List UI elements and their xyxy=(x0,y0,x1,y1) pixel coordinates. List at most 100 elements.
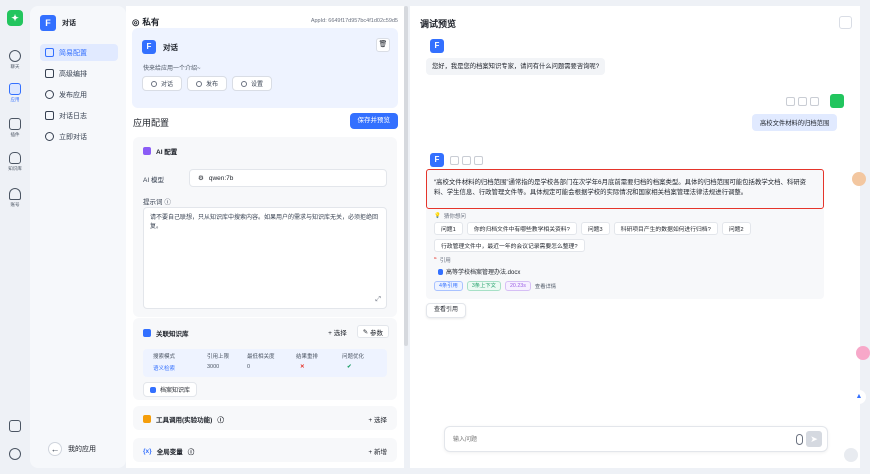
variable-icon: {x} xyxy=(143,447,152,455)
dataset-icon xyxy=(150,386,156,393)
chat-icon xyxy=(9,50,21,62)
help-icon: ⓘ xyxy=(187,449,195,456)
mic-icon[interactable] xyxy=(796,434,803,445)
guess-chip[interactable]: 科研项目产生的数据如何进行归档? xyxy=(613,222,718,235)
app-nav: F 对话 简易配置 高级编排 发布应用 对话日志 立即对话 ← 我的应用 xyxy=(30,6,126,468)
nav-item-label: 高级编排 xyxy=(59,70,87,78)
guess-chip[interactable]: 问题3 xyxy=(580,222,610,235)
table-header: 搜索模式 引用上限 最低相关度 结果重排 问题优化 xyxy=(153,354,365,360)
expand-icon[interactable]: ⤢ xyxy=(375,295,381,304)
user-avatar xyxy=(830,94,844,108)
scrollbar[interactable] xyxy=(404,6,408,346)
retry-icon[interactable] xyxy=(798,97,807,106)
chart-icon xyxy=(45,48,54,57)
app-info-card: F 对话 🗑 快来给应用一个介绍~ 对话 发布 设置 xyxy=(132,28,398,108)
translate-widget[interactable] xyxy=(856,346,870,360)
arrow-left-icon: ← xyxy=(48,442,62,456)
clear-chat-icon[interactable] xyxy=(839,16,852,29)
guess-chip[interactable]: 行政管理文件中，最近一年的会议记录需要怎么整理? xyxy=(434,239,585,252)
gear-icon xyxy=(241,80,248,87)
openai-icon: ⚙ xyxy=(198,175,204,182)
nav-item-label: 对话日志 xyxy=(59,112,87,120)
nav-item-label: 简易配置 xyxy=(59,49,87,57)
publish-button[interactable]: 发布 xyxy=(187,76,228,91)
nav-item-simple-config[interactable]: 简易配置 xyxy=(40,44,118,61)
section-title: 应用配置 xyxy=(133,118,170,128)
log-icon xyxy=(45,111,54,120)
toolbox-icon xyxy=(143,415,151,423)
rail-item-apps[interactable]: 应用 xyxy=(0,83,30,103)
detail-link[interactable]: 查看详情 xyxy=(535,282,556,290)
rail-item-chat[interactable]: 聊天 xyxy=(0,50,30,70)
answer-tags: 4条引用 3条上下文 20.23s 查看详情 xyxy=(434,281,556,291)
app-name: 对话 xyxy=(62,20,76,27)
help-icon: ⓘ xyxy=(217,417,224,424)
model-select[interactable]: ⚙ qwen:7b xyxy=(189,169,387,187)
settings-button[interactable]: 设置 xyxy=(232,76,273,91)
nav-item-logs[interactable]: 对话日志 xyxy=(40,107,118,124)
vars-add-button[interactable]: + 新增 xyxy=(368,446,387,456)
doc-icon xyxy=(438,268,443,275)
nav-item-advanced[interactable]: 高级编排 xyxy=(40,65,118,82)
edit-icon[interactable] xyxy=(474,156,483,165)
speaker-icon[interactable] xyxy=(462,156,471,165)
app-avatar[interactable]: F xyxy=(142,40,156,54)
guess-chip[interactable]: 问题2 xyxy=(721,222,751,235)
copy-icon[interactable] xyxy=(450,156,459,165)
chat-button[interactable]: 对话 xyxy=(142,76,183,91)
rail-item-knowledge[interactable]: 知识库 xyxy=(0,152,30,172)
vars-section: {x} 全局变量 ⓘ + 新增 xyxy=(133,438,397,462)
nav-item-publish[interactable]: 发布应用 xyxy=(40,86,118,103)
rail-item-account[interactable]: 账号 xyxy=(0,188,30,208)
preview-title: 调试预览 xyxy=(420,19,457,29)
dataset-chip[interactable]: 档案知识库 xyxy=(143,382,198,397)
nav-item-label: 立即对话 xyxy=(59,133,87,141)
chat-input[interactable] xyxy=(453,433,753,447)
view-citation-button[interactable]: 查看引用 xyxy=(426,303,467,318)
kb-select-button[interactable]: + 选择 xyxy=(323,325,352,338)
kb-params-table: 搜索模式 引用上限 最低相关度 结果重排 问题优化 语义检索 3000 0 ✕ … xyxy=(143,349,387,377)
app-header: F 对话 xyxy=(40,15,76,31)
puzzle-icon xyxy=(9,118,21,130)
assistant-avatar[interactable] xyxy=(852,172,866,186)
citation-header: “ 引用 xyxy=(434,257,451,264)
guess-list: 问题1 你的归档文件中有哪些教学相关资料? 问题3 科研项目产生的数据如何进行归… xyxy=(434,222,814,252)
guess-chip[interactable]: 你的归档文件中有哪些教学相关资料? xyxy=(466,222,577,235)
rail-item-github[interactable] xyxy=(0,448,30,460)
app-logo-icon: F xyxy=(40,15,56,31)
delete-icon[interactable] xyxy=(810,97,819,106)
ai-config-section: AI 配置 AI 模型 ⚙ qwen:7b 提示词 ⓘ 请不要自己联想，只从知识… xyxy=(133,137,397,317)
privacy-label: ◎ 私有 xyxy=(132,16,160,28)
prompt-label: 提示词 ⓘ xyxy=(143,199,171,206)
preview-panel: 调试预览 F 您好，我是您的档案知识专家，请问有什么问题需要咨询呢? 高校文件材… xyxy=(410,6,860,468)
answer-actions xyxy=(450,156,483,165)
delete-button[interactable]: 🗑 xyxy=(376,38,390,52)
save-preview-button[interactable]: 保存并预览 xyxy=(349,113,398,129)
mountain-icon[interactable]: ▲ xyxy=(852,390,866,404)
quote-icon: “ xyxy=(434,257,437,263)
citation-file[interactable]: 高等学校档案管理办法.docx xyxy=(438,267,520,276)
chat-input-box: ➤ xyxy=(444,426,828,452)
guess-chip[interactable]: 问题1 xyxy=(434,222,463,235)
answer-bubble: “高校文件材料的归档范围”通常指的是学校各部门在次学年6月底前需要归档的档案类型… xyxy=(426,169,824,209)
prompt-textarea[interactable]: 请不要自己联想，只从知识库中搜索内容。如果用户的需求与知识库无关，必须拒绝回复。… xyxy=(143,207,387,309)
context-count-tag[interactable]: 3条上下文 xyxy=(466,281,501,291)
back-to-apps[interactable]: ← 我的应用 xyxy=(48,442,96,456)
nav-item-chat-now[interactable]: 立即对话 xyxy=(40,128,118,145)
bot-avatar: F xyxy=(430,39,444,53)
lightbulb-icon: 💡 xyxy=(434,213,441,219)
rail-item-plugins[interactable]: 插件 xyxy=(0,118,30,138)
copy-icon[interactable] xyxy=(786,97,795,106)
github-icon xyxy=(9,448,21,460)
nav-item-label: 发布应用 xyxy=(59,91,87,99)
quote-count-tag[interactable]: 4条引用 xyxy=(434,281,463,291)
app-title: 对话 xyxy=(163,42,178,52)
rail-item-docs[interactable] xyxy=(0,420,30,432)
kb-params-button[interactable]: ✎ 参数 xyxy=(356,325,389,338)
tools-select-button[interactable]: + 选择 xyxy=(368,414,387,424)
send-button[interactable]: ➤ xyxy=(806,431,822,447)
greeting-bubble: 您好，我是您的档案知识专家，请问有什么问题需要咨询呢? xyxy=(426,58,606,75)
openai-floating-icon[interactable] xyxy=(844,448,858,462)
optimize-on-icon: ✔ xyxy=(347,364,352,370)
config-panel: ◎ 私有 AppId: 6649f17d957bc4f1d02c59d5 F 对… xyxy=(126,6,404,468)
